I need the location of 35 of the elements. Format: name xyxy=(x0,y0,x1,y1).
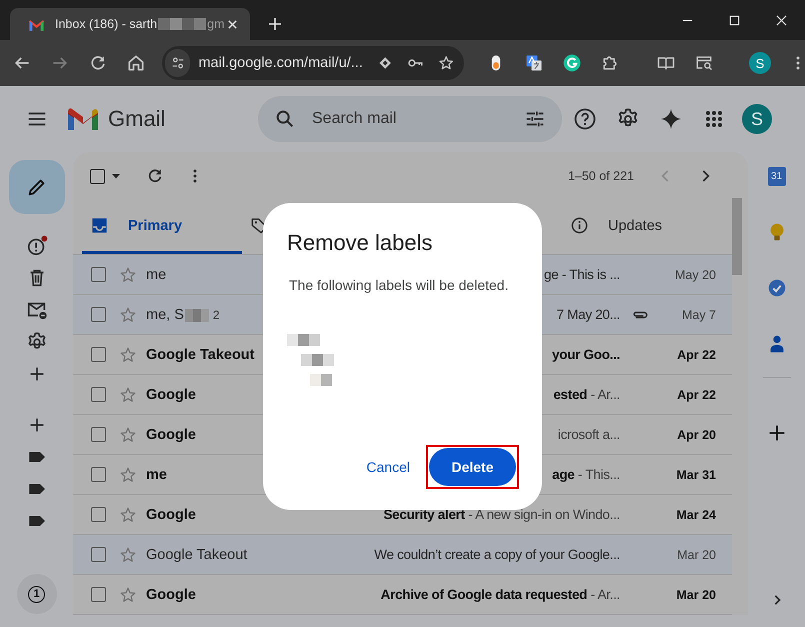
email-date: Apr 22 xyxy=(677,348,716,362)
email-date: Apr 20 xyxy=(677,428,716,442)
email-date: Mar 20 xyxy=(677,548,716,562)
app-name: Gmail xyxy=(108,106,166,132)
sender-name: me, S xyxy=(146,306,184,322)
dialog-title: Remove labels xyxy=(287,230,434,256)
sender-name: Google Takeout xyxy=(146,546,248,562)
email-subject: age - This... xyxy=(552,467,620,482)
email-subject: ge - This is ... xyxy=(544,267,620,282)
sender-name: Google Takeout xyxy=(146,346,254,362)
email-date: May 7 xyxy=(682,308,716,322)
message-count: 2 xyxy=(212,308,220,322)
email-subject: icrosoft a... xyxy=(558,427,620,442)
email-date: Mar 24 xyxy=(676,508,716,522)
sender-name: Google xyxy=(146,506,196,522)
email-subject: ested - Ar... xyxy=(553,387,620,402)
email-subject: 7 May 20... xyxy=(556,307,620,322)
tab-title: Inbox (186) - sarth xyxy=(55,17,158,31)
email-date: Mar 31 xyxy=(676,468,716,482)
sender-name: me xyxy=(146,266,166,282)
sender-name: Google xyxy=(146,586,196,602)
email-subject: Security alert - A new sign-in on Windo... xyxy=(383,507,620,522)
email-date: May 20 xyxy=(675,268,716,282)
sender-name: me xyxy=(146,466,167,482)
page-range: 1–50 of 221 xyxy=(568,169,634,183)
email-subject: Archive of Google data requested - Ar... xyxy=(380,587,620,602)
sender-name: Google xyxy=(146,386,196,402)
sender-name: Google xyxy=(146,426,196,442)
dialog-message: The following labels will be deleted. xyxy=(288,277,510,293)
email-subject: We couldn’t create a copy of your Google... xyxy=(374,547,620,562)
tab-title: gm xyxy=(207,17,225,31)
email-date: Mar 20 xyxy=(676,588,716,602)
email-subject: your Goo... xyxy=(552,347,620,362)
email-date: Apr 22 xyxy=(677,388,716,402)
url-text: mail.google.com/mail/u/... xyxy=(198,55,363,71)
